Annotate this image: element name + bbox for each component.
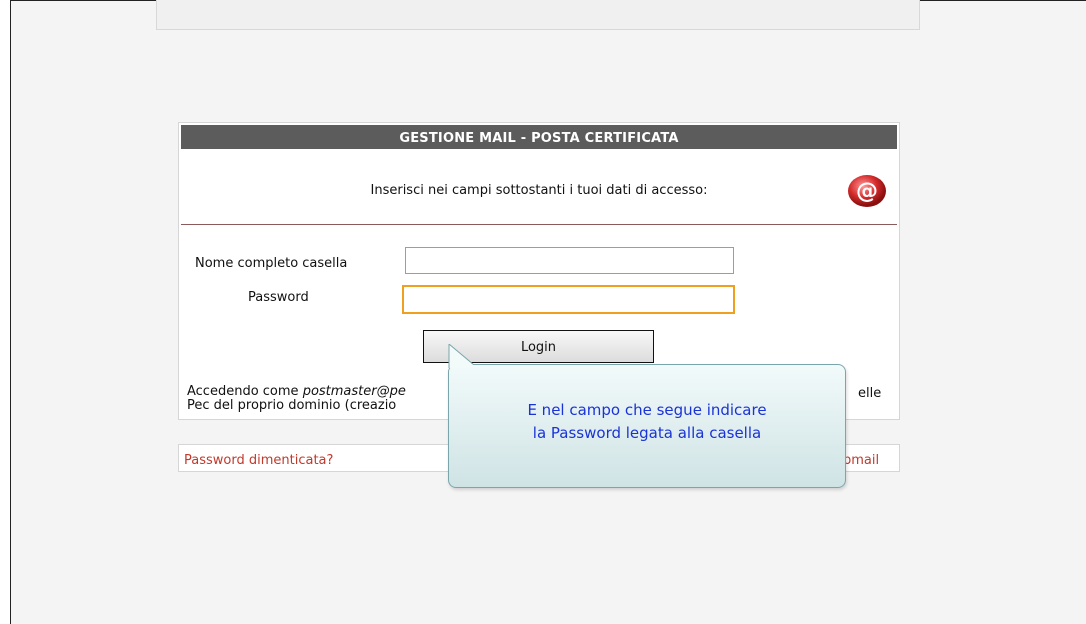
info-line2: Pec del proprio dominio (creazio (187, 398, 397, 413)
help-tooltip: E nel campo che segue indicare la Passwo… (448, 364, 846, 488)
info-text-right: elle (858, 386, 882, 401)
tooltip-line-2: la Password legata alla casella (532, 424, 762, 442)
password-label: Password (248, 290, 309, 305)
tooltip-line-1: E nel campo che segue indicare (527, 401, 767, 419)
top-bar (156, 0, 920, 30)
panel-title: GESTIONE MAIL - POSTA CERTIFICATA (181, 125, 897, 149)
at-sign-icon: @ (848, 175, 886, 207)
mailbox-input[interactable] (405, 247, 734, 274)
password-input[interactable] (402, 285, 735, 314)
tooltip-pointer (448, 344, 480, 368)
tooltip-text: E nel campo che segue indicare la Passwo… (449, 399, 845, 445)
info-prefix: Accedendo come (187, 384, 303, 399)
mailbox-label: Nome completo casella (195, 256, 348, 271)
svg-text:@: @ (856, 179, 878, 204)
intro-text: Inserisci nei campi sottostanti i tuoi d… (370, 183, 708, 198)
webmail-link[interactable]: bmail (843, 453, 879, 468)
intro-section: Inserisci nei campi sottostanti i tuoi d… (181, 161, 897, 225)
info-email: postmaster@pe (302, 384, 406, 399)
forgot-password-link[interactable]: Password dimenticata? (184, 453, 333, 468)
